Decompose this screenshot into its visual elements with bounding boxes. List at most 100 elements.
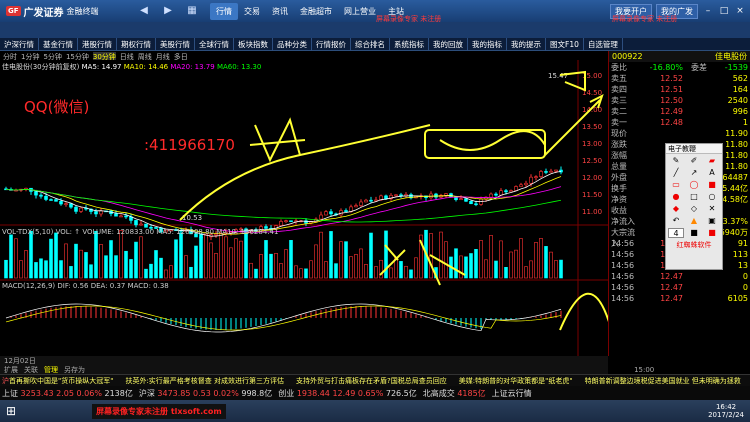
menu-1[interactable]: 交易 <box>238 3 266 20</box>
market-tab-0[interactable]: 沪深行情 <box>0 37 39 51</box>
logo-text: 广发证券 <box>23 7 64 19</box>
tick-time: 14:56 <box>611 261 635 270</box>
minimize-icon[interactable]: – <box>702 6 714 16</box>
market-tab-15[interactable]: 自选管理 <box>584 37 623 51</box>
legend-ma5: MA5: 14.97 <box>81 63 122 71</box>
red-swatch[interactable]: ■ <box>704 228 720 238</box>
index-quote[interactable]: 创业 1938.44 12.49 0.65% 726.5亿 <box>278 388 417 399</box>
select-value[interactable]: 4 <box>668 228 684 238</box>
market-tab-13[interactable]: 我的提示 <box>507 37 546 51</box>
candle-body <box>464 198 468 202</box>
market-tab-14[interactable]: 图文F10 <box>546 37 584 51</box>
tick-price: 12.47 <box>660 283 683 292</box>
shape-icon[interactable]: ◇ <box>686 204 702 214</box>
overlay-qq-number: :411966170 <box>144 136 235 154</box>
market-tab-3[interactable]: 期权行情 <box>117 37 156 51</box>
pen-icon[interactable]: ✎ <box>668 156 684 166</box>
market-tab-4[interactable]: 美股行情 <box>156 37 195 51</box>
stat-value: 11.90 <box>725 129 748 138</box>
marker-icon[interactable]: ✐ <box>686 156 702 166</box>
subtab-0[interactable]: 扩展 <box>4 365 18 374</box>
volume-bar <box>29 230 33 279</box>
subtab-1[interactable]: 关联 <box>24 365 38 374</box>
volume-bar <box>529 260 533 279</box>
market-tab-9[interactable]: 综合排名 <box>351 37 390 51</box>
volume-bar <box>234 238 238 279</box>
volume-bar <box>369 232 373 279</box>
square-icon[interactable]: □ <box>686 192 702 202</box>
forward-icon[interactable]: ▶ <box>161 4 175 18</box>
color-icon[interactable]: ▲ <box>686 216 702 226</box>
market-tab-7[interactable]: 品种分类 <box>273 37 312 51</box>
close-icon[interactable]: × <box>734 6 746 16</box>
ask-price: 12.51 <box>660 85 683 94</box>
ellipse-icon[interactable]: ◯ <box>686 180 702 190</box>
undo-icon[interactable]: ↶ <box>668 216 684 226</box>
market-tab-8[interactable]: 行情报价 <box>312 37 351 51</box>
price-axis-label: 11.00 <box>582 208 602 216</box>
market-tab-10[interactable]: 系统指标 <box>390 37 429 51</box>
market-tab-1[interactable]: 基金行情 <box>39 37 78 51</box>
candle-body <box>544 171 548 173</box>
candle-body <box>69 203 73 208</box>
index-pct: 0.06% <box>76 388 105 398</box>
index-quote[interactable]: 上证 3253.43 2.05 0.06% 2138亿 <box>2 388 133 399</box>
candle-body <box>44 195 48 200</box>
index-quote[interactable]: 上证云行情 <box>492 388 532 399</box>
volume-bar <box>14 238 18 279</box>
clock-date: 2017/2/24 <box>708 411 744 419</box>
volume-bar <box>104 255 108 279</box>
menu-0[interactable]: 行情 <box>210 2 238 20</box>
ask-vol: 2540 <box>727 96 748 105</box>
text-icon[interactable]: A <box>704 168 720 178</box>
market-tab-6[interactable]: 板块指数 <box>234 37 273 51</box>
grid-icon[interactable]: ▦ <box>185 4 199 18</box>
eraser-icon[interactable]: ▰ <box>704 156 720 166</box>
clear-icon[interactable]: ✕ <box>704 204 720 214</box>
highlight-icon[interactable]: ◆ <box>668 204 684 214</box>
news-item[interactable]: 支持外贸与打击痛板存在矛盾?国税总局查员回应 <box>296 376 447 386</box>
news-item[interactable]: 扶英外:实行最严格考核督查 对成效进行第三方评估 <box>125 376 284 386</box>
market-tab-5[interactable]: 全球行情 <box>195 37 234 51</box>
volume-bar <box>489 235 493 279</box>
subtab-2[interactable]: 管理 <box>44 365 58 374</box>
black-swatch[interactable]: ■ <box>686 228 702 238</box>
overlay-qq-text: QQ(微信) <box>24 98 90 116</box>
candle-body <box>54 199 58 202</box>
stat-label: 现价 <box>611 129 627 138</box>
candle-body <box>49 199 53 201</box>
maximize-icon[interactable]: □ <box>718 6 730 16</box>
index-quote[interactable]: 北高成交 4185亿 <box>423 388 486 399</box>
news-item[interactable]: 沪首再撕吹中国是"货币操纵大冠军" <box>2 376 113 386</box>
back-icon[interactable]: ◀ <box>137 4 151 18</box>
fill-rect-icon[interactable]: ■ <box>704 180 720 190</box>
rect-icon[interactable]: ▭ <box>668 180 684 190</box>
volume-bar <box>494 260 498 279</box>
index-change: 12.49 <box>332 388 358 398</box>
volume-bar <box>304 268 308 279</box>
candle-body <box>524 182 528 186</box>
circle-icon[interactable]: ○ <box>704 192 720 202</box>
market-tab-12[interactable]: 我的指标 <box>468 37 507 51</box>
candle-body <box>539 171 543 177</box>
line-icon[interactable]: ╱ <box>668 168 684 178</box>
market-tab-2[interactable]: 港股行情 <box>78 37 117 51</box>
volume-bar <box>159 257 163 279</box>
menu-3[interactable]: 金融超市 <box>294 3 338 20</box>
tick-time: 14:56 <box>611 250 635 259</box>
start-icon[interactable]: ⊞ <box>0 404 22 418</box>
fill-ellipse-icon[interactable]: ● <box>668 192 684 202</box>
menu-2[interactable]: 资讯 <box>266 3 294 20</box>
news-item[interactable]: 特朗普新调整边境税促进美国就业 但未明确为拯救 <box>585 376 741 386</box>
volume-bar <box>314 244 318 279</box>
save-icon[interactable]: ▣ <box>704 216 720 226</box>
stat-label: 总量 <box>611 162 627 171</box>
arrow-icon[interactable]: ↗ <box>686 168 702 178</box>
index-name: 创业 <box>278 388 297 398</box>
market-tab-11[interactable]: 我的回放 <box>429 37 468 51</box>
volume-bar <box>504 267 508 279</box>
stat-label: 涨幅 <box>611 151 627 160</box>
news-item[interactable]: 美媒:特朗普的对华政策都是"纸老虎" <box>459 376 573 386</box>
subtab-3[interactable]: 另存为 <box>64 365 85 374</box>
index-quote[interactable]: 沪深 3473.85 0.53 0.02% 998.8亿 <box>139 388 272 399</box>
